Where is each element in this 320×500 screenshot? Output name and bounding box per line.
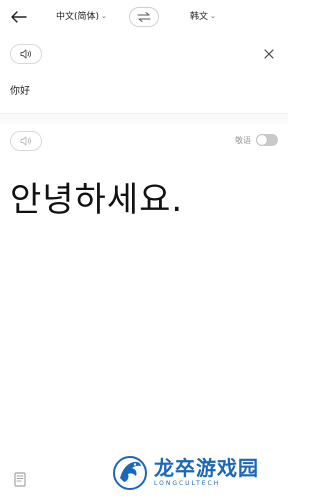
target-language-label: 韩文 <box>190 12 209 22</box>
arrow-left-icon <box>11 11 27 23</box>
back-button[interactable] <box>8 6 30 28</box>
section-divider <box>0 114 288 124</box>
translation-result-panel: 敬语 안녕하세요. <box>0 124 288 500</box>
honorific-toggle[interactable] <box>256 134 278 146</box>
toggle-knob <box>257 135 267 145</box>
watermark-main-text: 龙卒游戏园 <box>154 456 259 480</box>
source-language-label: 中文(简体) <box>56 12 100 22</box>
honorific-control: 敬语 <box>235 134 278 146</box>
watermark-logo: 龙卒游戏园 LONGCULTECH <box>110 448 280 496</box>
source-text-input[interactable]: 你好 <box>10 82 30 97</box>
speaker-icon <box>20 136 32 146</box>
vocabulary-book-button[interactable] <box>14 472 28 488</box>
dragon-logo-icon <box>113 456 147 490</box>
target-language-select[interactable]: 韩文 ⌄ <box>190 9 216 23</box>
honorific-label: 敬语 <box>235 135 251 145</box>
chevron-down-icon: ⌄ <box>101 11 107 20</box>
swap-arrows-icon <box>137 12 151 22</box>
watermark-sub-text: LONGCULTECH <box>154 480 221 487</box>
translation-result-text: 안녕하세요. <box>10 180 184 220</box>
clear-input-button[interactable] <box>262 47 276 61</box>
source-language-select[interactable]: 中文(简体) ⌄ <box>56 9 107 23</box>
chevron-down-icon: ⌄ <box>210 11 216 20</box>
watermark-text: 龙卒游戏园 LONGCULTECH <box>154 457 259 487</box>
close-icon <box>264 49 274 59</box>
source-speaker-button[interactable] <box>10 44 42 64</box>
swap-languages-button[interactable] <box>129 7 159 27</box>
speaker-icon <box>20 49 32 59</box>
top-bar: 中文(简体) ⌄ 韩文 ⌄ <box>0 0 288 34</box>
source-input-card: 你好 <box>0 36 288 114</box>
book-icon <box>14 472 26 487</box>
result-speaker-button[interactable] <box>10 131 42 151</box>
